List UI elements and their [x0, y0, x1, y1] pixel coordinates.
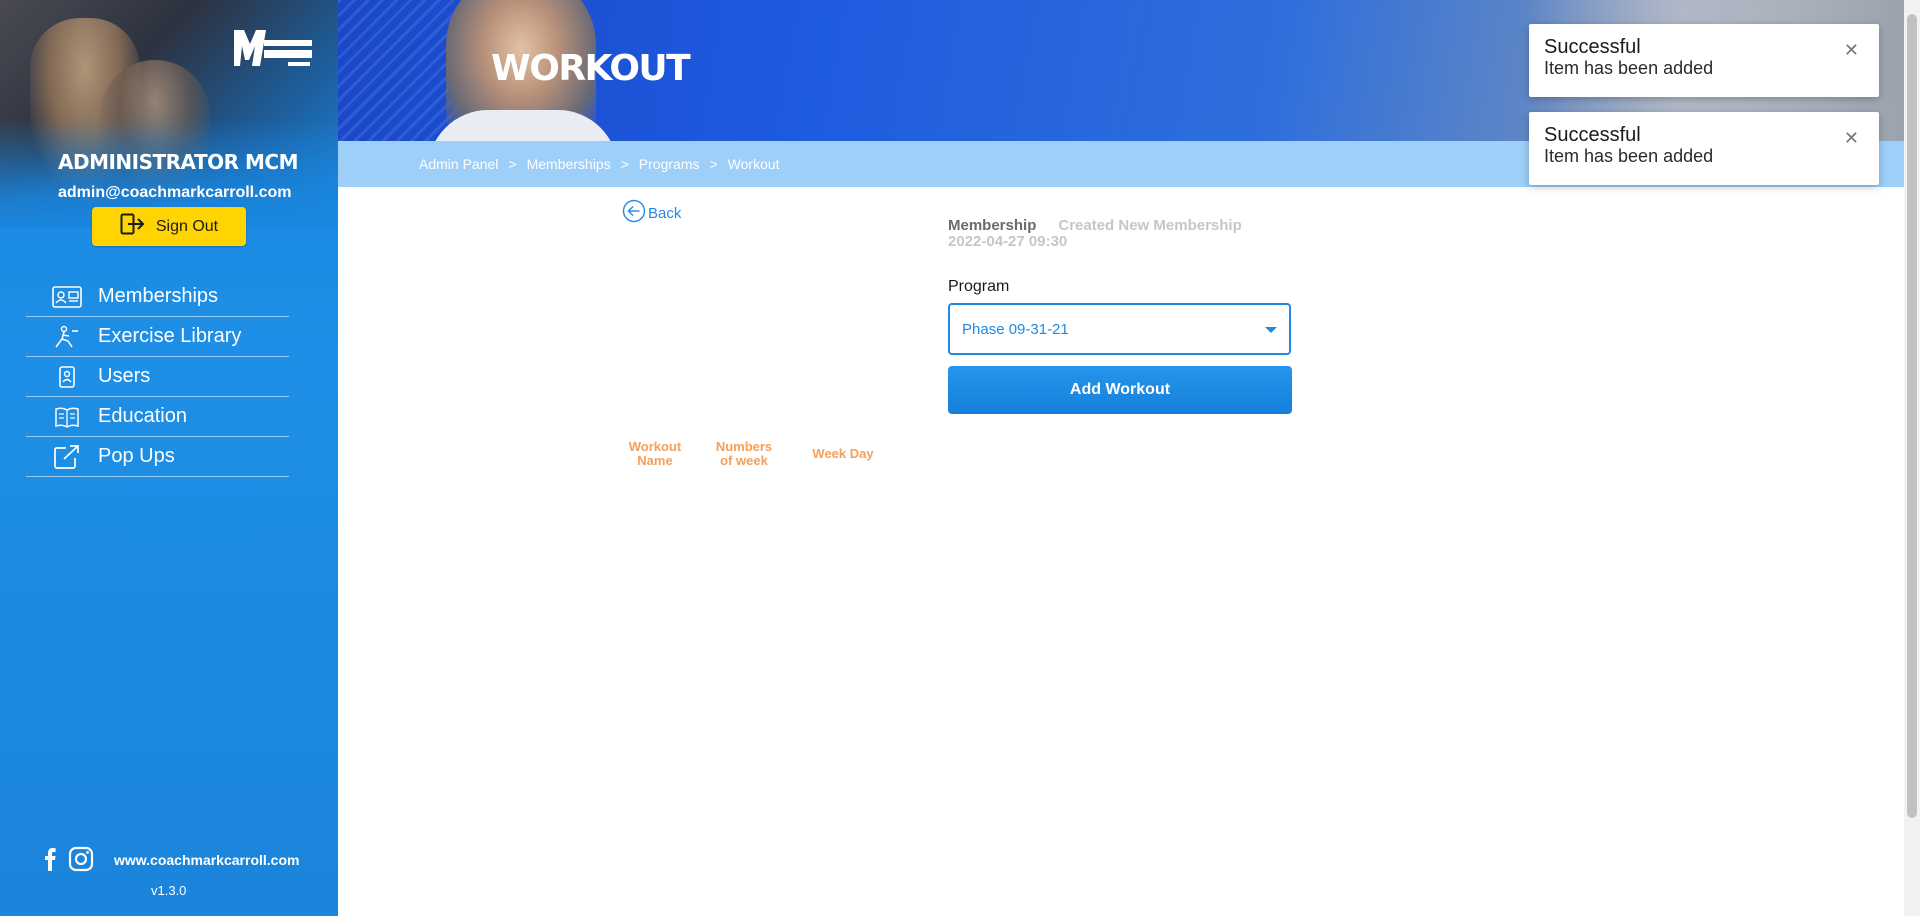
breadcrumb-item-workout: Workout: [727, 156, 780, 172]
add-workout-button[interactable]: Add Workout: [948, 366, 1292, 414]
user-badge-icon: [52, 364, 82, 390]
sidebar-item-label: Memberships: [98, 285, 219, 307]
membership-label: Membership: [948, 217, 1037, 234]
membership-date: 2022-04-27 09:30: [948, 233, 1068, 250]
column-header-label: Workout Name: [628, 439, 682, 468]
book-icon: [52, 404, 82, 430]
admin-name: ADMINISTRATOR MCM: [58, 150, 298, 174]
sign-out-icon: [120, 213, 146, 240]
arrow-left-circle-icon: [622, 199, 646, 227]
sidebar-item-exercise-library[interactable]: Exercise Library: [26, 317, 289, 357]
social-links: [44, 846, 94, 877]
external-link-icon: [52, 444, 82, 470]
breadcrumb-item-admin-panel[interactable]: Admin Panel: [419, 156, 498, 172]
toast-message: Item has been added: [1544, 58, 1714, 78]
column-header-label: Week Day: [812, 446, 874, 461]
column-header-week-day[interactable]: Week Day: [800, 447, 886, 461]
app-version: v1.3.0: [151, 883, 187, 898]
instagram-icon[interactable]: [68, 846, 94, 877]
sidebar-item-label: Users: [98, 365, 151, 387]
caret-down-icon: [1265, 327, 1277, 333]
id-card-icon: [52, 284, 82, 310]
scrollbar-thumb[interactable]: [1907, 14, 1917, 818]
back-button[interactable]: Back: [622, 199, 681, 227]
toast-title: Successful: [1544, 36, 1641, 58]
facebook-icon[interactable]: [44, 846, 56, 877]
sign-out-button[interactable]: Sign Out: [92, 207, 246, 246]
breadcrumb-item-programs[interactable]: Programs: [639, 156, 700, 172]
sidebar-item-users[interactable]: Users: [26, 357, 289, 397]
exercise-icon: [52, 324, 82, 350]
sidebar: ADMINISTRATOR MCM admin@coachmarkcarroll…: [0, 0, 338, 916]
sidebar-item-label: Exercise Library: [98, 325, 242, 347]
sidebar-item-label: Education: [98, 405, 187, 427]
admin-email: admin@coachmarkcarroll.com: [58, 184, 292, 201]
membership-info: Membership Created New Membership 2022-04…: [948, 218, 1242, 250]
close-icon[interactable]: ✕: [1844, 40, 1859, 61]
website-link[interactable]: www.coachmarkcarroll.com: [114, 852, 299, 868]
toast-message: Item has been added: [1544, 146, 1714, 166]
breadcrumb-item-memberships[interactable]: Memberships: [527, 156, 611, 172]
close-icon[interactable]: ✕: [1844, 128, 1859, 149]
sidebar-item-pop-ups[interactable]: Pop Ups: [26, 437, 289, 477]
column-header-label: Numbers of week: [715, 439, 773, 468]
toast-notification: Successful Item has been added ✕: [1529, 24, 1879, 97]
sidebar-item-label: Pop Ups: [98, 445, 175, 467]
program-select[interactable]: Phase 09-31-21: [948, 303, 1291, 355]
column-header-workout-name[interactable]: Workout Name: [612, 440, 698, 468]
program-label: Program: [948, 278, 1010, 295]
program-selected-value: Phase 09-31-21: [962, 320, 1069, 338]
sidebar-item-education[interactable]: Education: [26, 397, 289, 437]
back-label: Back: [648, 204, 682, 222]
sidebar-nav: Memberships Exercise Library Users Educa…: [26, 277, 289, 477]
brand-logo: [230, 22, 316, 78]
column-header-numbers-of-week[interactable]: Numbers of week: [710, 440, 778, 468]
page-scrollbar[interactable]: [1904, 0, 1920, 916]
breadcrumb-separator: >: [508, 156, 517, 172]
sign-out-label: Sign Out: [155, 217, 219, 235]
breadcrumb-separator: >: [620, 156, 629, 172]
breadcrumb-separator: >: [709, 156, 718, 172]
toast-title: Successful: [1544, 124, 1641, 146]
membership-name: Created New Membership: [1058, 217, 1242, 234]
page-title: WORKOUT: [491, 48, 691, 89]
sidebar-item-memberships[interactable]: Memberships: [26, 277, 289, 317]
toast-notification: Successful Item has been added ✕: [1529, 112, 1879, 185]
